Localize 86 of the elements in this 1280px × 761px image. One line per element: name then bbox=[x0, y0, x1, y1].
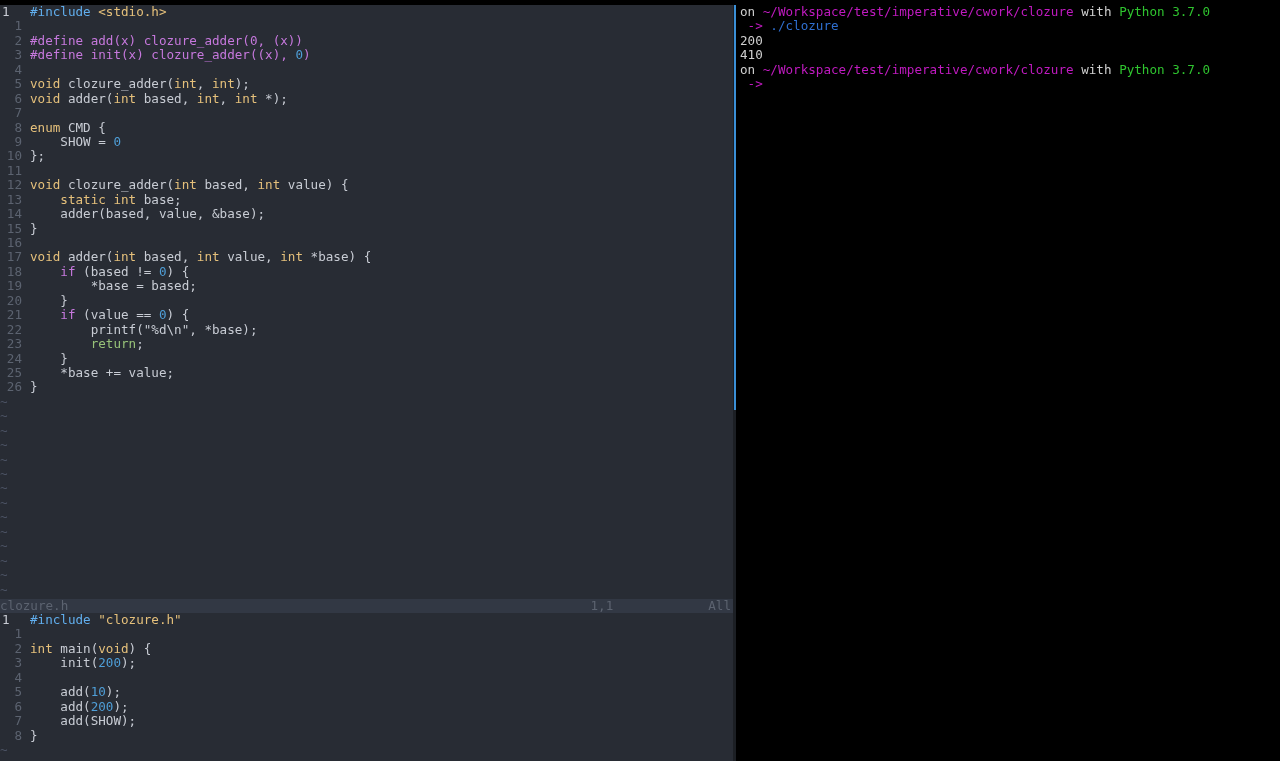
line-number: 5 bbox=[13, 685, 23, 700]
terminal-line: -> bbox=[746, 76, 763, 92]
code-line: if (value == 0) { bbox=[59, 308, 190, 323]
code-line: void adder(int based, int, int *); bbox=[30, 91, 288, 107]
empty-line-marker: ~ bbox=[0, 423, 8, 439]
code-line: void adder(int based, int value, int *base) { bbox=[30, 250, 372, 265]
empty-line-marker: ~ bbox=[0, 553, 8, 569]
empty-line-marker: ~ bbox=[0, 481, 8, 496]
code-line: } bbox=[59, 351, 68, 366]
empty-line-marker: ~ bbox=[0, 539, 8, 554]
line-number: 25 bbox=[5, 365, 23, 381]
line-number: 6 bbox=[13, 699, 23, 715]
code-line: add(200); bbox=[59, 699, 129, 715]
line-number: 26 bbox=[5, 380, 23, 395]
line-number: 24 bbox=[5, 351, 23, 366]
code-line: init(200); bbox=[59, 656, 137, 671]
line-number: 1 bbox=[13, 19, 23, 34]
code-line: #define add(x) clozure_adder(0, (x)) bbox=[30, 33, 303, 49]
code-line: } bbox=[30, 221, 38, 236]
empty-line-marker: ~ bbox=[0, 568, 8, 583]
line-number: 11 bbox=[5, 163, 23, 179]
code-line: int main(void) { bbox=[30, 641, 152, 657]
code-line: #include "clozure.h" bbox=[30, 613, 182, 628]
code-line: } bbox=[30, 380, 38, 395]
line-number: 21 bbox=[5, 308, 23, 323]
code-line: add(SHOW); bbox=[59, 714, 137, 729]
line-number: 18 bbox=[5, 264, 23, 280]
line-number: 9 bbox=[13, 134, 23, 150]
line-number: 13 bbox=[5, 192, 23, 208]
line-number: 10 bbox=[5, 149, 23, 164]
code-line: static int base; bbox=[59, 192, 182, 208]
code-line: add(10); bbox=[59, 685, 121, 700]
empty-line-marker: ~ bbox=[0, 524, 8, 540]
terminal-line: on ~/Workspace/test/imperative/cwork/clozure with Python 3.7.0 bbox=[740, 4, 1211, 19]
terminal-line: 200 bbox=[740, 32, 763, 48]
line-number: 3 bbox=[13, 48, 23, 63]
code-line: } bbox=[30, 728, 38, 743]
line-number: 22 bbox=[5, 322, 23, 338]
empty-line-marker: ~ bbox=[0, 582, 8, 597]
line-number: 8 bbox=[13, 728, 23, 743]
empty-line-marker: ~ bbox=[0, 394, 8, 410]
line-number: 2 bbox=[13, 641, 23, 657]
line-number: 5 bbox=[13, 77, 23, 92]
code-line: printf("%d\n", *base); bbox=[89, 322, 258, 338]
code-line: return; bbox=[89, 337, 144, 352]
line-number: 7 bbox=[13, 714, 23, 729]
code-line: #include <stdio.h> bbox=[30, 5, 167, 20]
code-line: *base = based; bbox=[89, 279, 197, 294]
line-number: 16 bbox=[5, 236, 23, 251]
empty-line-marker: ~ bbox=[0, 438, 8, 453]
terminal-line: on ~/Workspace/test/imperative/cwork/clozure with Python 3.7.0 bbox=[740, 61, 1211, 77]
empty-line-marker: ~ bbox=[0, 510, 8, 525]
empty-line-marker: ~ bbox=[0, 742, 8, 758]
line-number: 3 bbox=[13, 656, 23, 671]
line-number: 19 bbox=[5, 279, 23, 294]
line-number: 2 bbox=[13, 33, 23, 49]
line-number: 6 bbox=[13, 91, 23, 107]
line-number: 4 bbox=[13, 62, 23, 78]
empty-line-marker: ~ bbox=[0, 495, 8, 511]
empty-line-marker: ~ bbox=[0, 409, 8, 424]
line-number: 15 bbox=[5, 221, 23, 236]
line-number: 23 bbox=[5, 337, 23, 352]
code-line: }; bbox=[30, 149, 46, 164]
line-number: 1 bbox=[1, 5, 11, 20]
terminal-line: 410 bbox=[740, 47, 763, 63]
line-number: 14 bbox=[5, 207, 23, 222]
line-number: 1 bbox=[1, 613, 11, 628]
code-line: adder(based, value, &base); bbox=[59, 207, 266, 222]
code-line: void clozure_adder(int, int); bbox=[30, 77, 250, 92]
line-number: 12 bbox=[5, 178, 23, 193]
line-number: 17 bbox=[5, 250, 23, 265]
terminal-line: -> ./clozure bbox=[746, 18, 839, 34]
line-number: 8 bbox=[13, 120, 23, 135]
empty-line-marker: ~ bbox=[0, 467, 8, 482]
code-line: #define init(x) clozure_adder((x), 0) bbox=[30, 48, 311, 63]
code-line: if (based != 0) { bbox=[59, 264, 190, 280]
empty-line-marker: ~ bbox=[0, 452, 8, 467]
code-line: SHOW = 0 bbox=[59, 134, 121, 150]
line-number: 20 bbox=[5, 293, 23, 309]
code-line: void clozure_adder(int based, int value) { bbox=[30, 178, 349, 193]
code-line: } bbox=[59, 293, 68, 309]
line-number: 1 bbox=[13, 627, 23, 642]
line-number: 7 bbox=[13, 106, 23, 121]
line-number: 4 bbox=[13, 670, 23, 686]
code-line: enum CMD { bbox=[30, 120, 106, 135]
code-line: *base += value; bbox=[59, 365, 175, 381]
